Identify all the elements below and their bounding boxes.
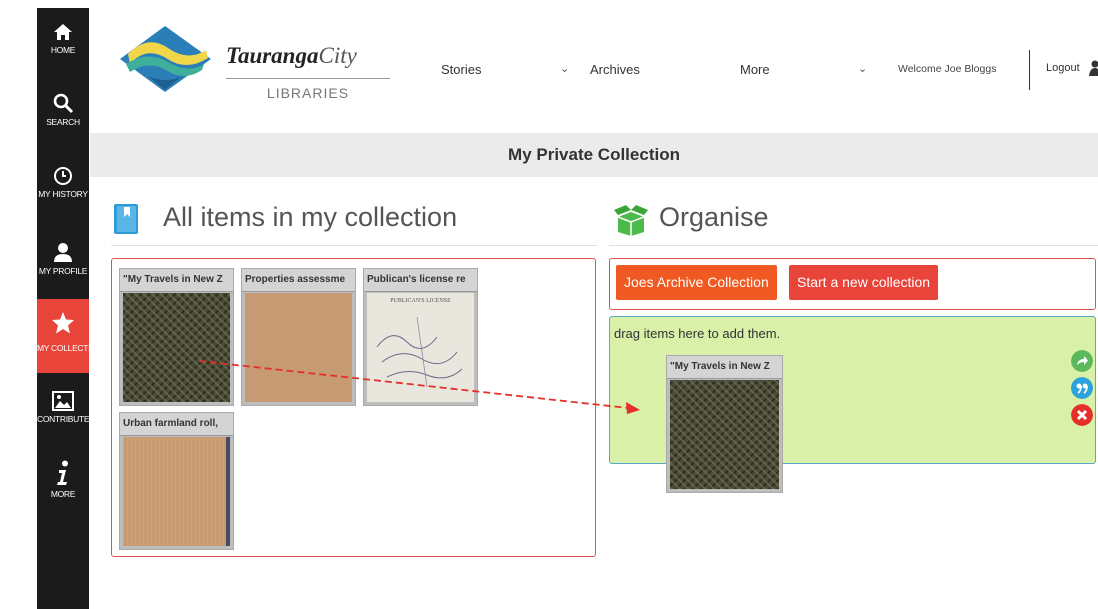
sidebar-item-label: MY COLLECTION (37, 343, 103, 353)
drop-hint: drag items here to add them. (614, 326, 781, 341)
user-icon (54, 243, 72, 262)
collection-heading: All items in my collection (163, 202, 458, 232)
chevron-down-icon[interactable]: ⌄ (858, 62, 867, 75)
nav-more[interactable]: More (740, 62, 770, 77)
collection-item[interactable]: Properties assessme (241, 268, 356, 406)
info-icon (57, 460, 68, 485)
item-title: Properties assessme (242, 269, 355, 292)
handwriting-scribble (376, 316, 463, 388)
item-thumbnail (245, 293, 352, 402)
sidebar-item-label: MY HISTORY (38, 189, 88, 199)
nav-archives[interactable]: Archives (590, 62, 640, 77)
welcome-text: Welcome Joe Bloggs (898, 63, 997, 75)
sidebar-item-label: SEARCH (46, 117, 80, 127)
item-thumbnail: PUBLICAN'S LICENSE (367, 293, 474, 402)
header-divider (1029, 50, 1030, 90)
sidebar-item-label: MY PROFILE (38, 266, 88, 276)
logo-name: TaurangaCity (226, 43, 357, 68)
sidebar-item-profile[interactable]: MY PROFILE (37, 241, 89, 276)
book-icon (114, 204, 138, 234)
logo-divider (226, 78, 390, 79)
divider (609, 245, 1098, 246)
joes-archive-collection-button[interactable]: Joes Archive Collection (616, 265, 777, 300)
sidebar-item-contribute[interactable]: CONTRIBUTE (37, 391, 90, 424)
item-title: "My Travels in New Z (667, 356, 782, 379)
collection-item[interactable]: Urban farmland roll, (119, 412, 234, 550)
tauranga-logo[interactable] (118, 24, 213, 94)
box-icon (614, 205, 648, 236)
chevron-down-icon[interactable]: ⌄ (560, 62, 569, 75)
page-title: My Private Collection (90, 133, 1098, 177)
sidebar-item-search[interactable]: SEARCH (37, 92, 89, 127)
collection-item[interactable]: "My Travels in New Z (119, 268, 234, 406)
remove-icon[interactable] (1071, 404, 1093, 426)
search-icon (53, 93, 74, 114)
nav-stories[interactable]: Stories (441, 62, 481, 77)
user-icon (1089, 60, 1098, 76)
start-new-collection-button[interactable]: Start a new collection (789, 265, 939, 300)
quote-icon[interactable] (1071, 377, 1093, 399)
sidebar-item-more[interactable]: MORE (37, 460, 89, 499)
item-thumbnail (123, 437, 230, 546)
share-icon[interactable] (1071, 350, 1093, 372)
sidebar-item-history[interactable]: MY HISTORY (37, 166, 89, 199)
dragged-item[interactable]: "My Travels in New Z (666, 355, 783, 493)
collection-item[interactable]: Publican's license re PUBLICAN'S LICENSE (363, 268, 478, 406)
organise-heading: Organise (659, 202, 769, 232)
sidebar-item-label: HOME (50, 45, 76, 55)
item-title: Publican's license re (364, 269, 477, 292)
sidebar-item-label: MORE (50, 489, 76, 499)
clock-icon (54, 167, 72, 185)
sidebar: HOME SEARCH MY HISTORY MY PROFILE MY COL… (37, 8, 103, 609)
logo-subtitle: LIBRARIES (266, 85, 350, 101)
item-title: "My Travels in New Z (120, 269, 233, 292)
sidebar-item-collection[interactable]: MY COLLECTION (37, 299, 103, 373)
sidebar-item-home[interactable]: HOME (37, 22, 89, 55)
divider (111, 245, 597, 246)
item-thumbnail (123, 293, 230, 402)
item-thumbnail (670, 380, 779, 489)
star-icon (52, 312, 74, 334)
image-icon (52, 391, 74, 411)
logout-link[interactable]: Logout (1046, 62, 1080, 74)
home-icon (54, 24, 72, 40)
item-title: Urban farmland roll, (120, 413, 233, 436)
thumbnail-caption: PUBLICAN'S LICENSE (390, 298, 451, 304)
sidebar-item-label: CONTRIBUTE (37, 414, 90, 424)
